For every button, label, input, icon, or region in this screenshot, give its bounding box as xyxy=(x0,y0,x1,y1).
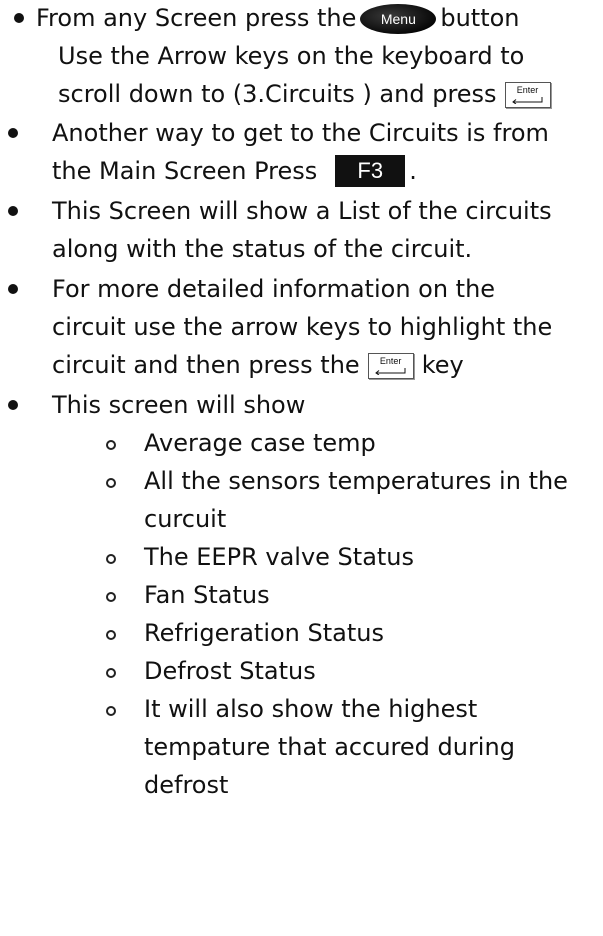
bullet-4-text-2: circuit use the arrow keys to highlight … xyxy=(52,313,553,341)
bullet-4-key-word: key xyxy=(421,351,464,379)
enter-key-icon: Enter xyxy=(367,353,414,379)
bullet-3-line-1: This Screen will show a List of the circ… xyxy=(52,193,552,229)
bullet-3-text-2: along with the status of the circuit. xyxy=(52,235,473,263)
sub-item-2-text: All the sensors temperatures in the xyxy=(144,467,568,495)
bullet-4-line-3: circuit and then press the Enter key xyxy=(52,347,464,383)
sub-bullet-circle xyxy=(106,668,116,678)
sub-item-3: The EEPR valve Status xyxy=(144,539,414,575)
menu-key-label: Menu xyxy=(380,11,416,27)
bullet-1-text-2: Use the Arrow keys on the keyboard to xyxy=(58,42,525,70)
enter-key-label: Enter xyxy=(516,85,539,95)
bullet-dot xyxy=(8,400,18,410)
bullet-1-text: From any Screen press the xyxy=(36,4,357,32)
sub-bullet-circle xyxy=(106,440,116,450)
sub-item-4-text: Fan Status xyxy=(144,581,270,609)
bullet-2-text-2: the Main Screen Press xyxy=(52,157,318,185)
bullet-5-line-1: This screen will show xyxy=(52,387,305,423)
menu-key-icon: Menu xyxy=(360,4,437,34)
sub-bullet-circle xyxy=(106,554,116,564)
f3-key-icon: F3 xyxy=(335,155,406,187)
bullet-4-text: For more detailed information on the xyxy=(52,275,496,303)
sub-item-6-text: Defrost Status xyxy=(144,657,316,685)
sub-item-5-text: Refrigeration Status xyxy=(144,619,384,647)
sub-item-6: Defrost Status xyxy=(144,653,316,689)
sub-item-7-text-3: defrost xyxy=(144,771,229,799)
sub-item-1: Average case temp xyxy=(144,425,376,461)
sub-item-5: Refrigeration Status xyxy=(144,615,384,651)
bullet-3-text: This Screen will show a List of the circ… xyxy=(52,197,552,225)
bullet-dot xyxy=(8,284,18,294)
sub-bullet-circle xyxy=(106,630,116,640)
instruction-page: From any Screen press the Menu button Us… xyxy=(0,0,603,936)
bullet-2-line-2: the Main Screen Press F3 . xyxy=(52,153,417,189)
bullet-1-line-1: From any Screen press the Menu button xyxy=(36,0,520,36)
bullet-1-line-3: scroll down to (3.Circuits ) and press E… xyxy=(58,76,559,112)
bullet-5-text: This screen will show xyxy=(52,391,306,419)
bullet-4-line-2: circuit use the arrow keys to highlight … xyxy=(52,309,552,345)
sub-bullet-circle xyxy=(106,592,116,602)
bullet-1-text-after: button xyxy=(440,4,520,32)
enter-arrow-icon xyxy=(374,368,406,375)
sub-item-1-text: Average case temp xyxy=(144,429,376,457)
sub-item-3-text: The EEPR valve Status xyxy=(144,543,415,571)
bullet-4-line-1: For more detailed information on the xyxy=(52,271,495,307)
bullet-2-period: . xyxy=(409,157,417,185)
enter-key-icon: Enter xyxy=(504,82,551,108)
sub-item-7-text-2: tempature that accured during xyxy=(144,733,515,761)
bullet-dot xyxy=(8,128,18,138)
sub-item-4: Fan Status xyxy=(144,577,270,613)
sub-item-7-line-2: tempature that accured during xyxy=(144,729,515,765)
sub-bullet-circle xyxy=(106,478,116,488)
sub-item-7-line-3: defrost xyxy=(144,767,228,803)
sub-item-2-text-2: curcuit xyxy=(144,505,227,533)
sub-item-2-line-1: All the sensors temperatures in the xyxy=(144,463,568,499)
bullet-1-text-3: scroll down to (3.Circuits ) and press xyxy=(58,80,497,108)
bullet-2-text: Another way to get to the Circuits is fr… xyxy=(52,119,549,147)
bullet-dot xyxy=(14,13,24,23)
sub-item-7-line-1: It will also show the highest xyxy=(144,691,477,727)
bullet-dot xyxy=(8,206,18,216)
bullet-1-line-2: Use the Arrow keys on the keyboard to xyxy=(58,38,524,74)
sub-item-2-line-2: curcuit xyxy=(144,501,226,537)
sub-bullet-circle xyxy=(106,706,116,716)
f3-key-label: F3 xyxy=(357,158,384,183)
sub-item-7-text: It will also show the highest xyxy=(144,695,478,723)
bullet-4-text-3: circuit and then press the xyxy=(52,351,360,379)
enter-key-label: Enter xyxy=(379,356,402,366)
bullet-2-line-1: Another way to get to the Circuits is fr… xyxy=(52,115,549,151)
enter-arrow-icon xyxy=(511,97,543,104)
bullet-3-line-2: along with the status of the circuit. xyxy=(52,231,472,267)
